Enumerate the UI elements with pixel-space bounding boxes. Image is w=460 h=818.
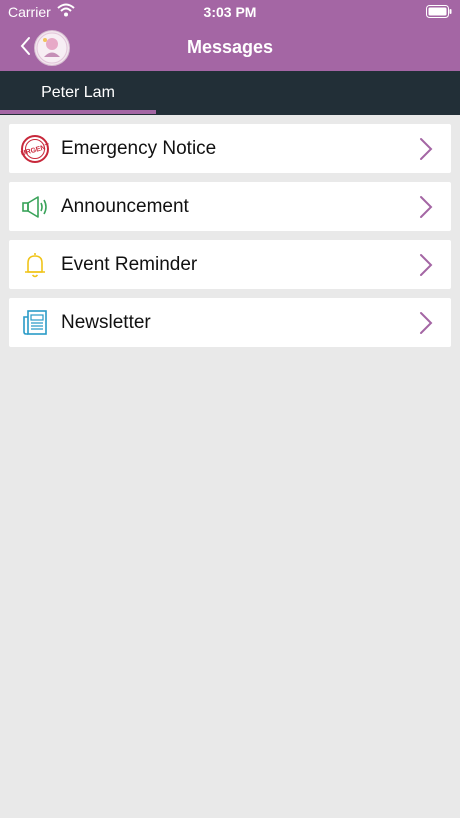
chevron-right-icon: [420, 312, 433, 334]
navigation-bar: Messages: [0, 24, 460, 71]
chevron-right-icon: [420, 254, 433, 276]
list-item-newsletter[interactable]: Newsletter: [9, 298, 451, 347]
list-item-announcement[interactable]: Announcement: [9, 182, 451, 231]
newspaper-icon: [23, 310, 47, 335]
list-item-event-reminder[interactable]: Event Reminder: [9, 240, 451, 289]
tab-bar: Peter Lam: [0, 71, 460, 115]
list-item-label: Newsletter: [61, 312, 151, 333]
list-item-label: Event Reminder: [61, 254, 198, 275]
list-item-emergency-notice[interactable]: URGENT Emergency Notice: [9, 124, 451, 173]
bell-icon: [25, 253, 45, 278]
message-category-list: URGENT Emergency Notice Announcement Eve…: [9, 124, 451, 356]
list-item-label: Emergency Notice: [61, 138, 217, 159]
chevron-right-icon: [420, 138, 433, 160]
status-bar: Carrier 3:03 PM: [0, 0, 460, 24]
list-item-label: Announcement: [61, 196, 189, 217]
battery-icon: [426, 5, 452, 18]
chevron-right-icon: [420, 196, 433, 218]
megaphone-icon: [22, 196, 47, 218]
urgent-stamp-icon: URGENT: [20, 135, 50, 163]
page-title: Messages: [186, 37, 274, 57]
active-tab-indicator: [0, 110, 156, 114]
tab-peter-lam[interactable]: Peter Lam: [0, 71, 156, 115]
status-time: 3:03 PM: [203, 4, 257, 20]
